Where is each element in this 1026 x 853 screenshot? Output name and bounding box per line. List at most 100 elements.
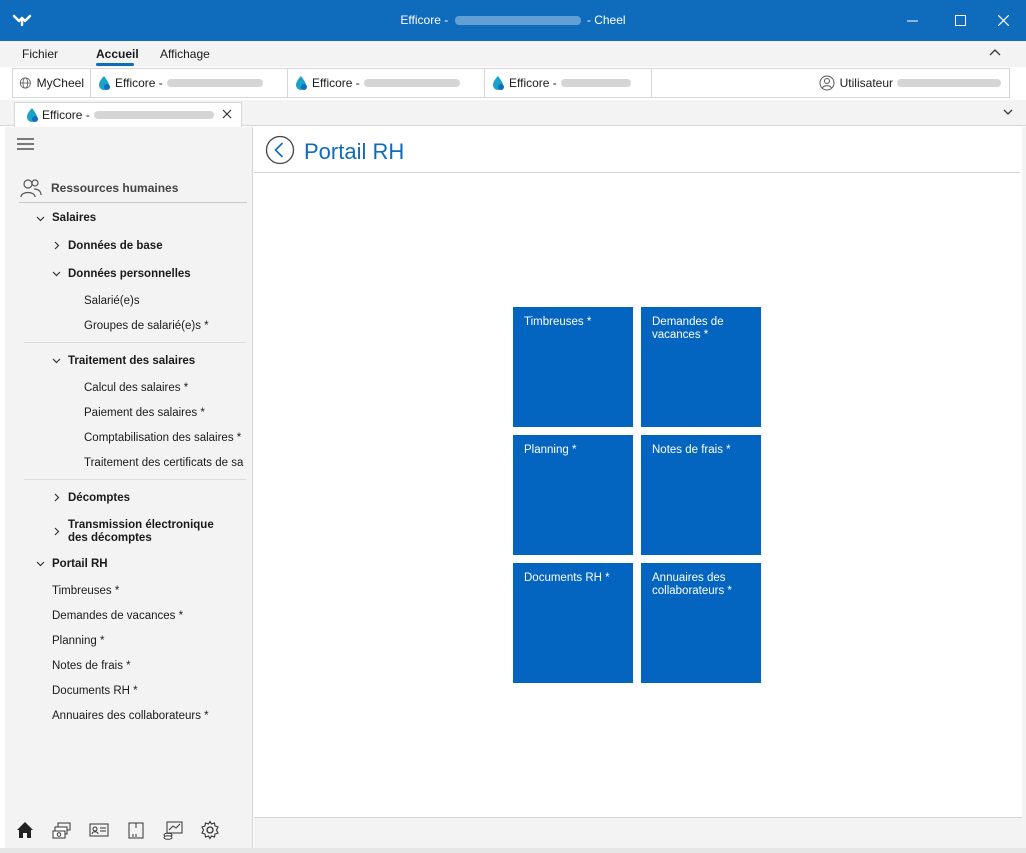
section-ressources-humaines[interactable]: Ressources humaines xyxy=(19,173,247,203)
workspace-tab-strip: MyCheel Efficore - Efficore - Efficore -… xyxy=(12,68,1010,98)
nav-portail-rh[interactable]: Portail RH xyxy=(52,558,108,570)
close-window-button[interactable] xyxy=(980,0,1026,41)
document-tab-label: Efficore - xyxy=(42,108,90,122)
tile-label-line2: collaborateurs * xyxy=(652,585,732,597)
redacted-text xyxy=(363,79,460,87)
id-card-icon[interactable] xyxy=(89,820,109,840)
nav-paiement-salaires[interactable]: Paiement des salaires * xyxy=(84,407,205,419)
active-menu-indicator xyxy=(96,63,134,66)
nav-comptabilisation-salaires[interactable]: Comptabilisation des salaires * xyxy=(84,432,241,444)
efficore-icon xyxy=(99,76,110,90)
coins-chart-icon[interactable] xyxy=(163,820,183,840)
divider xyxy=(24,479,246,480)
menu-accueil[interactable]: Accueil xyxy=(96,47,139,61)
chevron-up-icon[interactable] xyxy=(988,46,1002,60)
chevron-down-icon[interactable] xyxy=(36,214,45,223)
tile-planning[interactable]: Planning * xyxy=(513,435,633,555)
chevron-down-icon[interactable] xyxy=(52,356,61,365)
tile-label: Planning * xyxy=(524,444,577,456)
status-bar xyxy=(254,817,1022,848)
tab-efficore-2[interactable]: Efficore - xyxy=(288,69,485,97)
nav-calcul-salaires[interactable]: Calcul des salaires * xyxy=(84,382,188,394)
minimize-button[interactable] xyxy=(889,0,935,41)
efficore-icon xyxy=(296,76,307,90)
hamburger-menu-icon[interactable] xyxy=(17,137,34,151)
page-title: Portail RH xyxy=(304,139,405,164)
globe-icon xyxy=(19,77,31,89)
redacted-text xyxy=(897,79,1001,87)
nav-timbreuses[interactable]: Timbreuses * xyxy=(52,585,119,597)
tile-timbreuses[interactable]: Timbreuses * xyxy=(513,307,633,427)
tile-label: Timbreuses * xyxy=(524,316,592,328)
back-arrow-icon[interactable] xyxy=(265,135,295,165)
user-label: Utilisateur xyxy=(839,76,893,90)
nav-demandes-vacances[interactable]: Demandes de vacances * xyxy=(52,610,183,622)
main-content: Portail RH Timbreuses * Demandes de vaca… xyxy=(254,127,1022,848)
chevron-down-icon[interactable] xyxy=(1002,107,1014,117)
section-title: Ressources humaines xyxy=(51,180,179,195)
money-stack-icon[interactable] xyxy=(52,820,72,840)
tile-label: Demandes de xyxy=(652,316,724,328)
gear-icon[interactable] xyxy=(200,820,220,840)
navigation-sidebar: Ressources humaines Salaires Données de … xyxy=(5,127,253,848)
tab-label: Efficore - xyxy=(509,76,557,90)
tile-label: Annuaires des xyxy=(652,572,726,584)
nav-donnees-personnelles[interactable]: Données personnelles xyxy=(68,268,191,280)
document-tab-efficore[interactable]: Efficore - xyxy=(14,102,242,127)
tab-efficore-1[interactable]: Efficore - xyxy=(91,69,288,97)
content-header: Portail RH xyxy=(254,127,1020,173)
tile-documents-rh[interactable]: Documents RH * xyxy=(513,563,633,683)
tab-efficore-3[interactable]: Efficore - xyxy=(485,69,652,97)
box-package-icon[interactable] xyxy=(126,820,146,840)
document-tab-bar: Efficore - xyxy=(0,100,1026,127)
efficore-icon xyxy=(27,108,38,122)
user-account[interactable]: Utilisateur xyxy=(819,75,1001,91)
tab-mycheel[interactable]: MyCheel xyxy=(13,69,91,97)
nav-notes-de-frais[interactable]: Notes de frais * xyxy=(52,660,131,672)
nav-groupes-salaries[interactable]: Groupes de salarié(e)s * xyxy=(84,320,209,332)
tile-demandes-vacances[interactable]: Demandes de vacances * xyxy=(641,307,761,427)
chevron-down-icon[interactable] xyxy=(36,559,45,568)
tile-grid: Timbreuses * Demandes de vacances * Plan… xyxy=(513,307,761,683)
nav-salaries[interactable]: Salarié(e)s xyxy=(84,295,140,307)
window-title: Efficore - - Cheel xyxy=(0,13,1026,27)
nav-traitement-salaires[interactable]: Traitement des salaires xyxy=(68,355,195,367)
minimize-icon xyxy=(906,20,918,22)
close-tab-icon[interactable] xyxy=(221,108,233,120)
tile-annuaires-collaborateurs[interactable]: Annuaires des collaborateurs * xyxy=(641,563,761,683)
window-title-suffix: - Cheel xyxy=(586,13,626,27)
redacted-text xyxy=(560,79,631,87)
chevron-right-icon[interactable] xyxy=(52,527,61,536)
nav-salaires[interactable]: Salaires xyxy=(52,212,96,224)
nav-transmission-electronique[interactable]: Transmission électronique xyxy=(68,519,214,531)
redacted-text xyxy=(93,111,214,119)
chevron-down-icon[interactable] xyxy=(52,269,61,278)
sidebar-module-bar xyxy=(15,820,220,840)
tile-notes-de-frais[interactable]: Notes de frais * xyxy=(641,435,761,555)
maximize-icon xyxy=(954,15,966,26)
divider xyxy=(24,342,246,343)
redacted-text xyxy=(166,79,263,87)
tile-label: Documents RH * xyxy=(524,572,610,584)
nav-decomptes[interactable]: Décomptes xyxy=(68,492,130,504)
efficore-icon xyxy=(493,76,504,90)
close-icon xyxy=(997,15,1009,26)
nav-documents-rh[interactable]: Documents RH * xyxy=(52,685,138,697)
nav-transmission-electronique-line2[interactable]: des décomptes xyxy=(68,532,152,544)
people-icon xyxy=(20,178,42,197)
nav-planning[interactable]: Planning * xyxy=(52,635,104,647)
home-icon[interactable] xyxy=(15,820,35,840)
tab-label: Efficore - xyxy=(312,76,360,90)
tab-label: MyCheel xyxy=(36,76,84,90)
chevron-right-icon[interactable] xyxy=(52,493,61,502)
chevron-right-icon[interactable] xyxy=(52,241,61,250)
menu-affichage[interactable]: Affichage xyxy=(160,47,210,61)
tile-label-line2: vacances * xyxy=(652,329,709,341)
nav-annuaires-collaborateurs[interactable]: Annuaires des collaborateurs * xyxy=(52,710,209,722)
window-edge xyxy=(1022,127,1026,848)
nav-traitement-certificats[interactable]: Traitement des certificats de sa xyxy=(84,457,243,469)
menu-fichier[interactable]: Fichier xyxy=(22,47,58,61)
maximize-button[interactable] xyxy=(937,0,983,41)
window-title-prefix: Efficore - xyxy=(400,13,449,27)
nav-donnees-de-base[interactable]: Données de base xyxy=(68,240,163,252)
